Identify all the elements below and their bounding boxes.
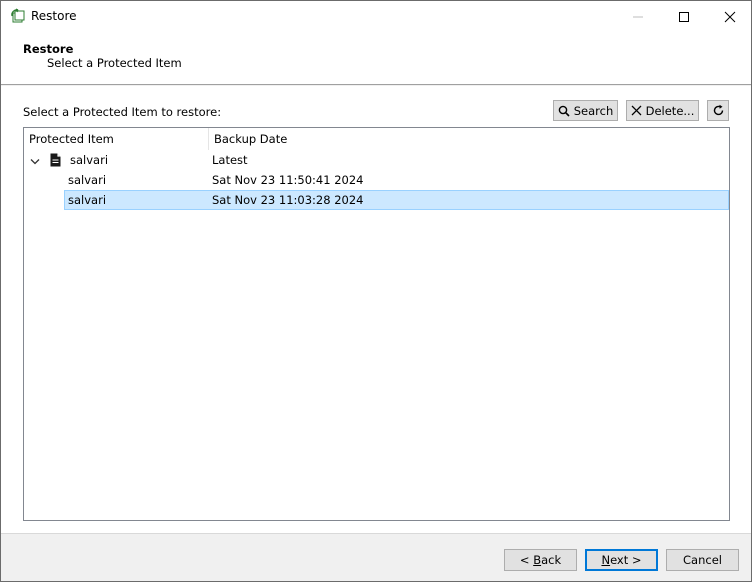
maximize-icon[interactable]: [661, 1, 707, 32]
selection-highlight: [64, 190, 729, 210]
minimize-icon[interactable]: [615, 1, 661, 32]
cancel-button[interactable]: Cancel: [666, 549, 739, 571]
back-prefix: <: [519, 553, 534, 567]
title-bar[interactable]: Restore: [1, 1, 751, 32]
wizard-body: Select a Protected Item to restore: Sear…: [1, 86, 751, 533]
next-button[interactable]: Next >: [585, 549, 658, 571]
prompt-label: Select a Protected Item to restore:: [23, 105, 222, 119]
column-protected-item[interactable]: Protected Item: [24, 128, 209, 150]
back-button[interactable]: < Back: [504, 549, 577, 571]
delete-icon: [631, 105, 642, 116]
child-item-date: Sat Nov 23 11:03:28 2024: [212, 193, 364, 207]
search-label: Search: [573, 103, 614, 118]
wizard-footer: < Back Next > Cancel: [1, 533, 751, 581]
window-title: Restore: [31, 9, 77, 23]
document-icon: [50, 153, 61, 170]
next-accelerator: N: [601, 553, 611, 567]
child-item-name: salvari: [68, 193, 107, 207]
restore-app-icon: [10, 8, 26, 24]
tree-row-child-2[interactable]: salvari Sat Nov 23 11:03:28 2024: [24, 190, 729, 210]
root-item-name: salvari: [70, 153, 109, 167]
root-item-date: Latest: [212, 153, 248, 167]
chevron-down-icon[interactable]: [30, 155, 40, 169]
refresh-icon: [713, 104, 723, 116]
column-header: Protected Item Backup Date: [24, 128, 729, 150]
restore-window: Restore Restore Select a Protected Item …: [0, 0, 752, 582]
delete-label: Delete...: [645, 103, 695, 118]
refresh-button[interactable]: [707, 100, 729, 121]
child-item-date: Sat Nov 23 11:50:41 2024: [212, 173, 364, 187]
search-icon: [558, 105, 570, 117]
next-label-rest: ext >: [610, 553, 642, 567]
header-subtitle: Select a Protected Item: [47, 56, 182, 70]
back-label-rest: ack: [541, 553, 562, 567]
tree-row-root[interactable]: salvari Latest: [24, 150, 729, 170]
close-icon[interactable]: [707, 1, 752, 32]
back-accelerator: B: [533, 553, 542, 567]
search-button[interactable]: Search: [553, 100, 618, 121]
wizard-header: Restore Select a Protected Item: [1, 32, 751, 85]
header-title: Restore: [23, 42, 74, 56]
protected-items-tree[interactable]: Protected Item Backup Date salvari Lates: [23, 127, 730, 521]
delete-button[interactable]: Delete...: [626, 100, 699, 121]
child-item-name: salvari: [68, 173, 107, 187]
cancel-label: Cancel: [683, 553, 722, 567]
tree-row-child-1[interactable]: salvari Sat Nov 23 11:50:41 2024: [24, 170, 729, 190]
column-backup-date[interactable]: Backup Date: [209, 128, 729, 150]
